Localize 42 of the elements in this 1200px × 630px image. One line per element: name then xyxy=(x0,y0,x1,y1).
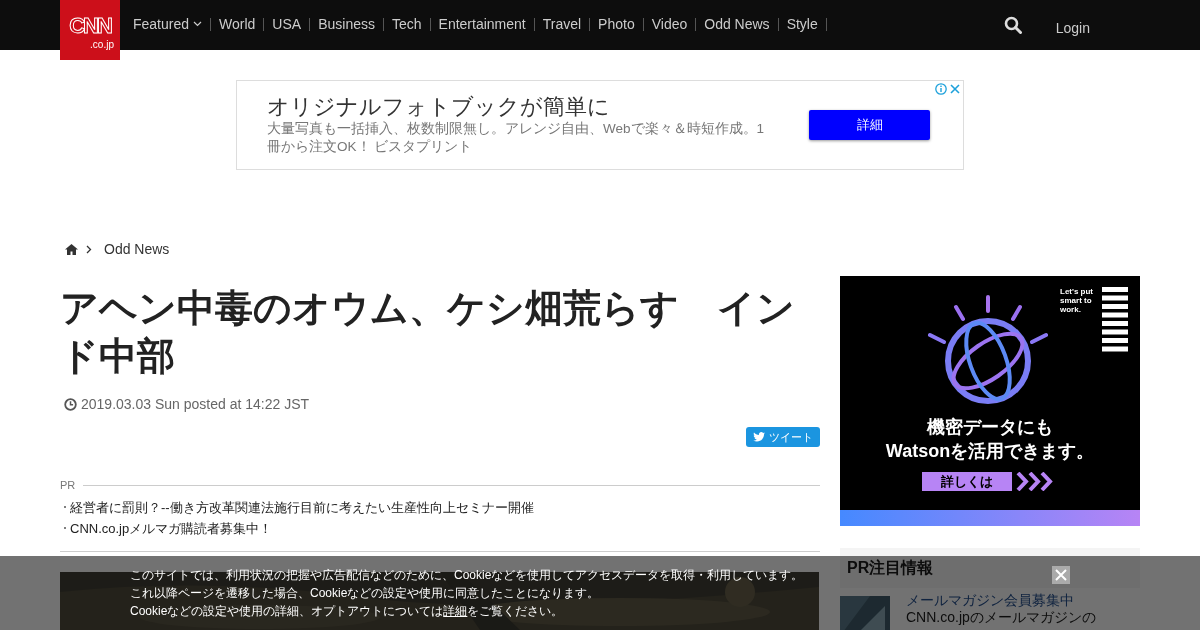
pr-link[interactable]: CNN.co.jpメルマガ購読者募集中！ xyxy=(70,517,273,539)
close-icon[interactable] xyxy=(949,83,961,95)
nav-link[interactable]: Travel xyxy=(534,17,591,31)
striped-logo-icon xyxy=(1102,287,1128,353)
nav-link[interactable]: Business xyxy=(310,17,384,31)
chevron-right-icon xyxy=(86,245,92,254)
login-link[interactable]: Login xyxy=(1055,17,1090,39)
nav-link[interactable]: World xyxy=(211,17,265,31)
pr-label: PR xyxy=(60,478,76,493)
cookie-text: これ以降ページを遷移した場合、Cookieなどの設定や使用に同意したことになります。 xyxy=(130,585,600,602)
ad-title[interactable]: オリジナルフォトブックが簡単に xyxy=(267,93,807,121)
post-date: 2019.03.03 Sun posted at 14:22 JST xyxy=(81,395,310,414)
bird-icon xyxy=(753,432,765,442)
ad-tagline: Let's put smart to work. xyxy=(1060,287,1094,316)
pr-description: CNN.co.jpのメールマガジンの xyxy=(906,609,1096,625)
home-icon[interactable] xyxy=(65,244,78,255)
nav-link[interactable]: Video xyxy=(643,17,697,31)
ad-button[interactable]: 詳しくは xyxy=(922,472,1012,491)
info-icon[interactable] xyxy=(935,83,947,95)
nav-link[interactable]: Style xyxy=(778,17,827,31)
cookie-text: Cookieなどの設定や使用の詳細、オプトアウトについては詳細をご覧ください。 xyxy=(130,603,564,620)
details-button[interactable]: 詳細 xyxy=(809,110,930,140)
nav-link[interactable]: Featured xyxy=(120,17,212,31)
ad-headline: 機密データにも xyxy=(925,416,1054,439)
close-icon xyxy=(1055,569,1067,581)
ad-headline: Watsonを活用できます。 xyxy=(884,440,1096,463)
details-link[interactable]: 詳細 xyxy=(443,604,468,618)
search-icon[interactable] xyxy=(1003,16,1022,34)
nav-link[interactable]: USA xyxy=(264,17,311,31)
nav-link[interactable]: Photo xyxy=(590,17,644,31)
nav-link[interactable]: Odd News xyxy=(696,17,779,31)
pr-link[interactable]: 経営者に罰則？--働き方改革関連法施行目前に考えたい生産性向上セミナー開催 xyxy=(70,496,534,518)
ad-description: 大量写真も一括挿入、枚数制限無し。アレンジ自由、Webで楽々＆時短作成。1冊から注文OK！ ビスタプリント xyxy=(267,120,766,157)
clock-icon xyxy=(64,398,77,411)
nav-link[interactable]: Tech xyxy=(383,17,431,31)
nav-link[interactable]: Entertainment xyxy=(430,17,535,31)
cookie-text: このサイトでは、利用状況の把握や広告配信などのために、Cookieなどを使用してアクセスデータを取得・利用しています。 xyxy=(130,567,804,584)
breadcrumb-link[interactable]: Odd News xyxy=(104,239,170,260)
section-heading: PR注目情報 xyxy=(840,548,1140,588)
logo[interactable]: CNN .co.jp xyxy=(60,0,120,60)
article-title: アヘン中毒のオウム、ケシ畑荒らす インド中部 xyxy=(60,286,796,379)
close-button[interactable] xyxy=(1052,566,1070,584)
